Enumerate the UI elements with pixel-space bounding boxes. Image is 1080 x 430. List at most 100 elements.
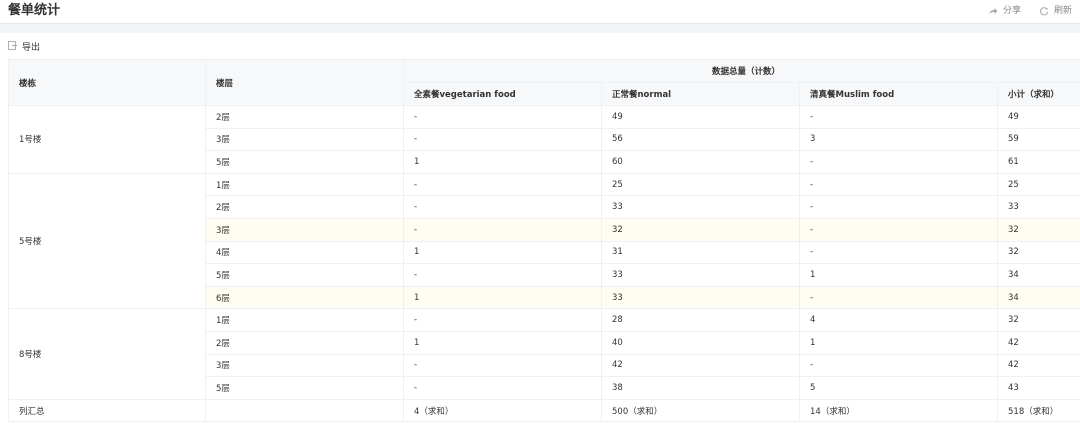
- muslim-cell: -: [799, 195, 998, 219]
- floor-cell: 5层: [205, 376, 404, 400]
- normal-cell: 33: [601, 195, 800, 219]
- export-icon: [8, 41, 18, 54]
- building-cell: 5号楼: [8, 172, 206, 310]
- subtotal-cell: 34: [996, 285, 1080, 310]
- export-button[interactable]: 导出: [8, 41, 40, 54]
- subtotal-cell: 32: [996, 308, 1080, 332]
- vegetarian-cell: 1: [403, 330, 602, 355]
- vegetarian-cell: -: [403, 217, 602, 242]
- header-subtotal[interactable]: 小计（求和）: [996, 82, 1080, 106]
- normal-cell: 38: [601, 376, 800, 400]
- normal-cell: 33: [601, 285, 800, 310]
- muslim-cell: -: [799, 105, 998, 129]
- muslim-cell: -: [799, 353, 998, 378]
- total-cell: 500（求和）: [601, 398, 800, 423]
- page-title: 餐单统计: [8, 3, 61, 18]
- subtotal-cell: 59: [996, 127, 1080, 152]
- table-body: 1号楼 2层 -49-49 3层 -56 3 59 5层 1 60-61 5号楼 1层 -25-25 2层…: [8, 105, 1080, 423]
- refresh-button[interactable]: 刷新: [1039, 4, 1072, 18]
- vegetarian-cell: -: [403, 127, 602, 152]
- normal-cell: 42: [601, 353, 800, 378]
- table-row: 1号楼 2层 -49-49: [8, 105, 1080, 174]
- muslim-cell: 4: [799, 308, 998, 332]
- header-normal[interactable]: 正常餐normal: [601, 82, 800, 106]
- vegetarian-cell: 1: [403, 285, 602, 310]
- report-panel: 导出 楼栋 楼层 数据总量（计数） 全素餐vegetarian food 正常餐…: [0, 33, 1080, 430]
- floor-cell: 5层: [205, 263, 404, 287]
- muslim-cell: -: [799, 217, 998, 242]
- vegetarian-cell: -: [403, 195, 602, 219]
- subtotal-cell: 42: [996, 353, 1080, 378]
- muslim-cell: -: [799, 285, 998, 310]
- floor-cell: 2层: [205, 105, 404, 129]
- subtotal-cell: 42: [996, 330, 1080, 355]
- vegetarian-cell: -: [403, 308, 602, 332]
- muslim-cell: 5: [799, 376, 998, 400]
- normal-cell: 25: [601, 172, 800, 197]
- floor-cell: 2层: [205, 195, 404, 219]
- floor-cell: 6层: [205, 285, 404, 310]
- header-vegetarian[interactable]: 全素餐vegetarian food: [403, 82, 602, 106]
- normal-cell: 32: [601, 217, 800, 242]
- vegetarian-cell: -: [403, 376, 602, 400]
- total-floor-empty: [205, 398, 404, 423]
- normal-cell: 31: [601, 240, 800, 265]
- subtotal-cell: 61: [996, 150, 1080, 174]
- export-label: 导出: [22, 42, 41, 53]
- vegetarian-cell: 1: [403, 240, 602, 265]
- header-actions: 分享 刷新: [988, 4, 1072, 18]
- normal-cell: 40: [601, 330, 800, 355]
- floor-cell: 5层: [205, 150, 404, 174]
- muslim-cell: -: [799, 172, 998, 197]
- muslim-cell: 1: [799, 330, 998, 355]
- vegetarian-cell: -: [403, 172, 602, 197]
- normal-cell: 49: [601, 105, 800, 129]
- floor-cell: 1层: [205, 172, 404, 197]
- header-data-total: 数据总量（计数）: [402, 59, 1080, 83]
- subtotal-cell: 32: [996, 240, 1080, 265]
- subtotal-cell: 34: [996, 263, 1080, 287]
- total-label: 列汇总: [8, 398, 206, 423]
- subtotal-cell: 49: [996, 105, 1080, 129]
- building-cell: 8号楼: [8, 308, 206, 400]
- floor-cell: 1层: [205, 308, 404, 332]
- muslim-cell: 1: [799, 263, 998, 287]
- page-header: 餐单统计 分享 刷新: [0, 0, 1080, 24]
- floor-cell: 3层: [205, 353, 404, 378]
- header-building[interactable]: 楼栋: [8, 59, 206, 106]
- refresh-icon: [1039, 6, 1049, 16]
- normal-cell: 56: [601, 127, 800, 152]
- vegetarian-cell: -: [403, 353, 602, 378]
- subtotal-cell: 43: [996, 376, 1080, 400]
- floor-cell: 4层: [205, 240, 404, 265]
- normal-cell: 28: [601, 308, 800, 332]
- table-row: 8号楼 1层 -28 4 32: [8, 308, 1080, 400]
- total-cell: 4（求和）: [403, 398, 602, 423]
- muslim-cell: -: [799, 240, 998, 265]
- refresh-label: 刷新: [1053, 6, 1072, 16]
- floor-cell: 2层: [205, 330, 404, 355]
- meal-stats-table: 楼栋 楼层 数据总量（计数） 全素餐vegetarian food 正常餐nor…: [8, 59, 1080, 423]
- share-icon: [988, 6, 998, 16]
- header-muslim[interactable]: 清真餐Muslim food: [799, 82, 998, 106]
- share-label: 分享: [1002, 6, 1021, 16]
- vegetarian-cell: 1: [403, 150, 602, 174]
- building-cell: 1号楼: [8, 105, 206, 174]
- floor-cell: 3层: [205, 217, 404, 242]
- total-cell: 518（求和）: [996, 398, 1080, 423]
- normal-cell: 33: [601, 263, 800, 287]
- muslim-cell: -: [799, 150, 998, 174]
- vegetarian-cell: -: [403, 105, 602, 129]
- muslim-cell: 3: [799, 127, 998, 152]
- header-floor[interactable]: 楼层: [205, 59, 404, 106]
- floor-cell: 3层: [205, 127, 404, 152]
- subtotal-cell: 25: [996, 172, 1080, 197]
- share-button[interactable]: 分享: [988, 4, 1021, 18]
- table-row: 5号楼 1层 -25-25: [8, 172, 1080, 310]
- vegetarian-cell: -: [403, 263, 602, 287]
- subtotal-cell: 32: [996, 217, 1080, 242]
- total-cell: 14（求和）: [799, 398, 998, 423]
- normal-cell: 60: [601, 150, 800, 174]
- total-row: 列汇总 4（求和） 500（求和） 14（求和） 518（求和）: [8, 398, 1080, 423]
- subtotal-cell: 33: [996, 195, 1080, 219]
